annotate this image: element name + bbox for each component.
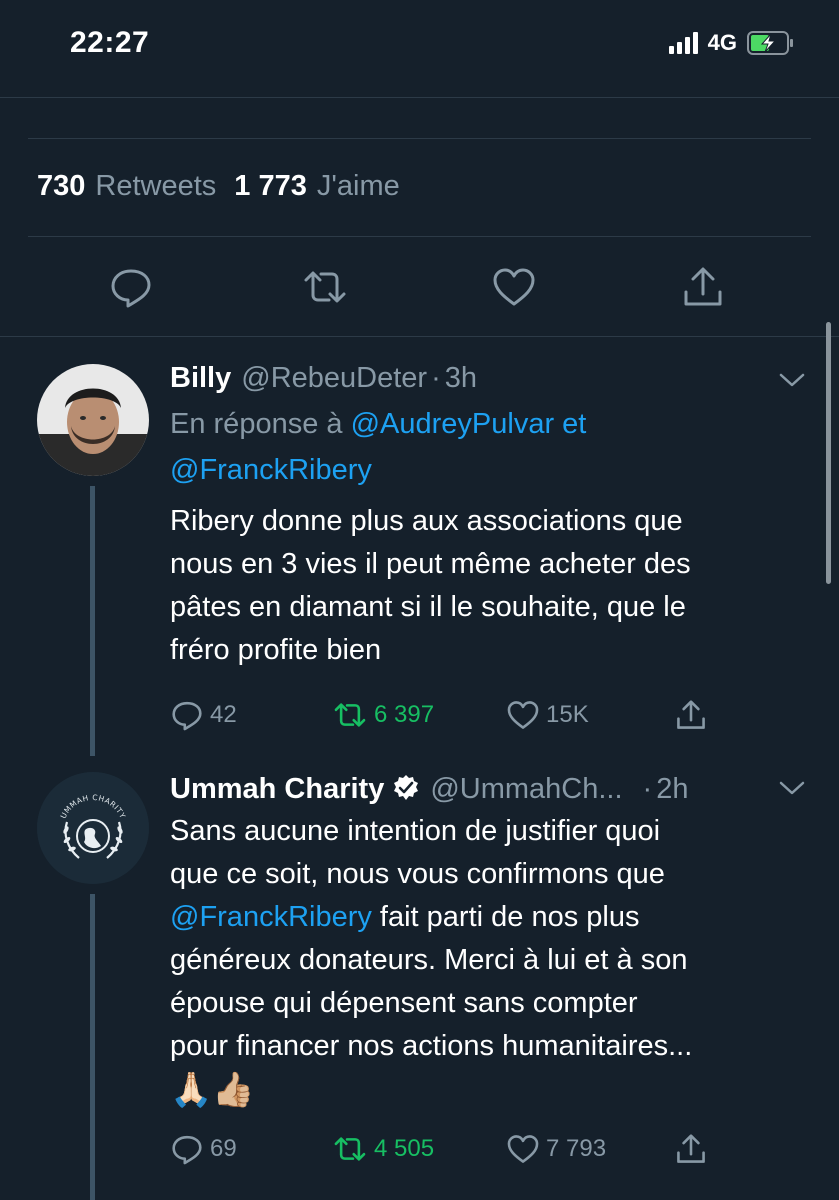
- author-name[interactable]: Ummah Charity: [170, 773, 384, 806]
- tweet-time: 2h: [656, 773, 689, 805]
- share-icon: [677, 1134, 705, 1163]
- likes-count: 1 773: [234, 170, 307, 202]
- signal-icon: [668, 32, 698, 54]
- status-indicators: 4G: [668, 30, 795, 56]
- tweet-action-bar: [0, 256, 839, 316]
- reply-tweet[interactable]: Billy @RebeuDeter · 3h En réponse à @Aud…: [0, 350, 839, 760]
- like-count: 7 793: [546, 1135, 607, 1162]
- tweet-text: Sans aucune intention de justifier quoi …: [170, 810, 800, 1112]
- reply-and: et: [562, 408, 587, 440]
- network-label: 4G: [707, 30, 737, 55]
- tweet-line: épouse qui dépensent sans compter: [170, 987, 638, 1019]
- emoji-line: 🙏🏻👍🏼: [170, 1071, 255, 1109]
- battery-icon: [747, 31, 795, 55]
- author-name[interactable]: Billy: [170, 362, 231, 395]
- likes-label: J'aime: [316, 170, 400, 202]
- chevron-down-icon[interactable]: [779, 780, 805, 796]
- tweet-line: généreux donateurs. Merci à lui et à son: [170, 944, 688, 976]
- reply-icon: [172, 1135, 202, 1165]
- verified-badge-icon: [392, 774, 420, 802]
- retweets-count: 730: [37, 170, 86, 202]
- like-button[interactable]: 7 793: [506, 1132, 606, 1166]
- like-count: 15K: [546, 701, 589, 728]
- tweet-line: Ribery donne plus aux associations que: [170, 505, 683, 537]
- divider: [28, 138, 811, 139]
- thread-line: [90, 894, 95, 1200]
- divider: [28, 236, 811, 237]
- separator-dot: ·: [642, 773, 653, 805]
- reply-button[interactable]: 69: [170, 1132, 237, 1166]
- tweet-stats[interactable]: 730 Retweets 1 773 J'aime: [37, 170, 408, 203]
- reply-count: 42: [210, 701, 237, 728]
- share-button[interactable]: [674, 1132, 708, 1166]
- mention-link[interactable]: @AudreyPulvar: [351, 408, 555, 440]
- avatar[interactable]: [37, 364, 149, 476]
- like-button[interactable]: 15K: [506, 698, 589, 732]
- tweet-line: nous en 3 vies il peut même acheter des: [170, 548, 691, 580]
- reply-icon: [172, 701, 202, 731]
- tweet-line: @FranckRibery fait parti de nos plus: [170, 896, 800, 939]
- tweet-actions: 42 6 397 15K: [170, 698, 730, 738]
- retweets-label: Retweets: [95, 170, 217, 202]
- avatar[interactable]: UMMAH CHARITY: [37, 772, 149, 884]
- reply-count: 69: [210, 1135, 237, 1162]
- tweet-time: 3h: [444, 362, 477, 394]
- tweet-text: Ribery donne plus aux associations que n…: [170, 500, 800, 672]
- like-icon: [507, 1135, 539, 1163]
- status-time: 22:27: [70, 26, 150, 59]
- tweet-line: pâtes en diamant si il le souhaite, que …: [170, 591, 686, 623]
- author-handle[interactable]: @UmmahCh...: [430, 773, 622, 806]
- tweet-line: que ce soit, nous vous confirmons que: [170, 858, 665, 890]
- author-handle[interactable]: @RebeuDeter: [241, 362, 427, 395]
- reply-context: En réponse à @AudreyPulvar et @FranckRib…: [170, 401, 586, 493]
- reply-prefix: En réponse à: [170, 408, 343, 440]
- divider: [0, 336, 839, 337]
- tweet-line-rest: fait parti de nos plus: [371, 901, 640, 933]
- tweet-line: pour financer nos actions humanitaires..…: [170, 1030, 693, 1062]
- mention-link[interactable]: @FranckRibery: [170, 454, 372, 486]
- like-icon: [507, 701, 539, 729]
- reply-icon[interactable]: [108, 264, 154, 310]
- retweet-icon: [334, 703, 366, 727]
- tweet-header: Ummah Charity @UmmahCh... · 2h: [170, 770, 688, 806]
- mention-link[interactable]: @FranckRibery: [170, 901, 372, 933]
- retweet-count: 6 397: [374, 701, 435, 728]
- reply-button[interactable]: 42: [170, 698, 237, 732]
- status-bar: 22:27 4G: [0, 0, 839, 98]
- retweet-count: 4 505: [374, 1135, 435, 1162]
- tweet-header: Billy @RebeuDeter · 3h: [170, 362, 477, 395]
- share-icon: [677, 700, 705, 729]
- retweet-button[interactable]: 6 397: [332, 698, 434, 732]
- retweet-icon[interactable]: [302, 264, 348, 310]
- retweet-icon: [334, 1137, 366, 1161]
- share-button[interactable]: [674, 698, 708, 732]
- tweet-actions: 69 4 505 7 793: [170, 1132, 730, 1172]
- chevron-down-icon[interactable]: [779, 372, 805, 388]
- reply-tweet[interactable]: UMMAH CHARITY Ummah Charity @UmmahCh... …: [0, 760, 839, 1200]
- retweet-button[interactable]: 4 505: [332, 1132, 434, 1166]
- separator-dot: ·: [431, 362, 441, 394]
- tweet-line: Sans aucune intention de justifier quoi: [170, 815, 661, 847]
- tweet-line: fréro profite bien: [170, 634, 382, 666]
- share-icon[interactable]: [680, 264, 726, 310]
- like-icon[interactable]: [491, 264, 537, 310]
- thread-line: [90, 486, 95, 756]
